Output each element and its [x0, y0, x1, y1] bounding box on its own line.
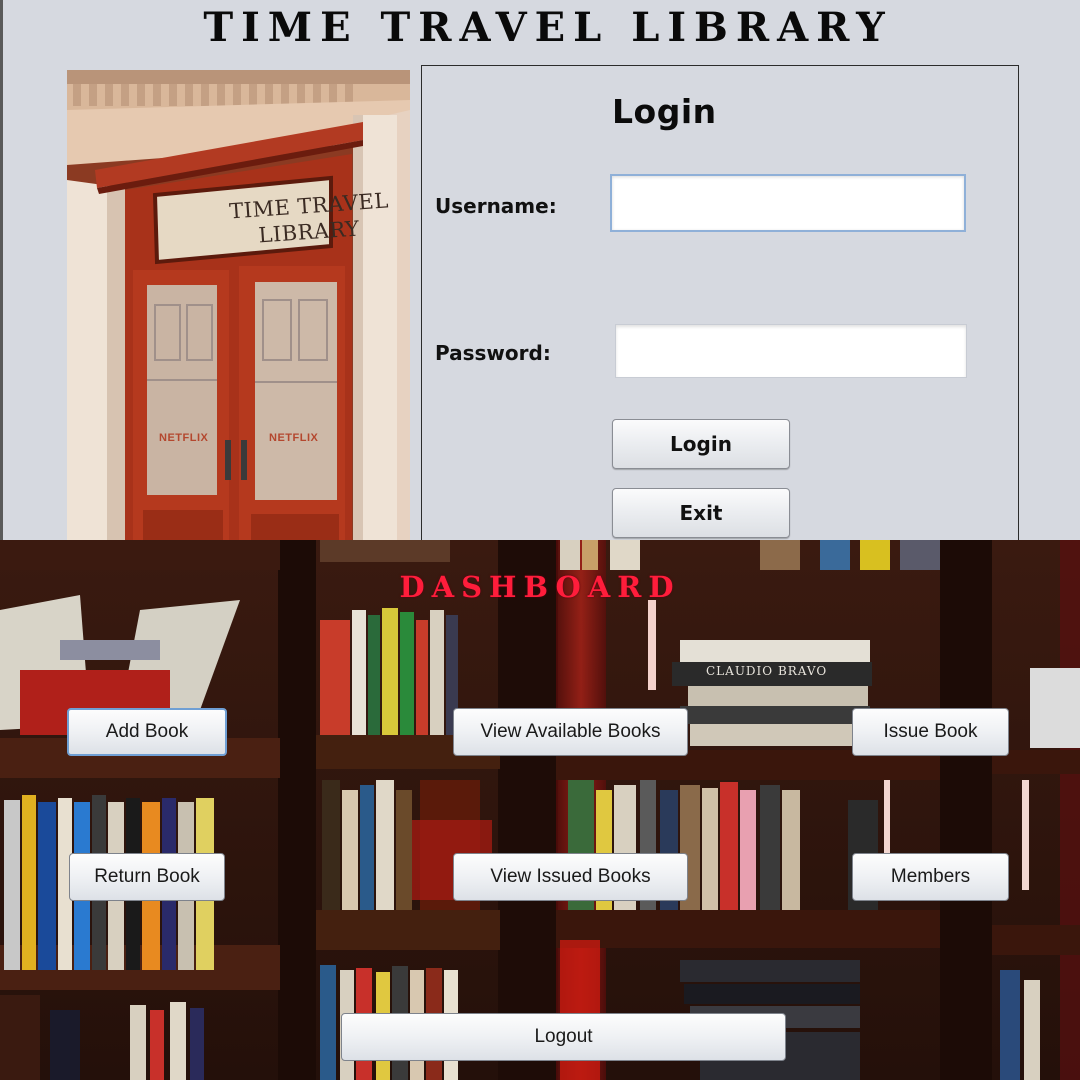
login-window: TIME TRAVEL LIBRARY TIME TRAVEL LIBRARY …	[0, 0, 1080, 540]
add-book-button[interactable]: Add Book	[67, 708, 227, 756]
members-button[interactable]: Members	[852, 853, 1009, 901]
door-lettering-right: NETFLIX	[269, 432, 319, 444]
logout-button[interactable]: Logout	[341, 1013, 786, 1061]
library-entrance-photo: TIME TRAVEL LIBRARY NETFLIX NETFLIX	[67, 70, 410, 540]
password-input[interactable]	[615, 324, 967, 378]
issue-book-button[interactable]: Issue Book	[852, 708, 1009, 756]
exit-button[interactable]: Exit	[612, 488, 790, 538]
bookshelf-background-image	[0, 540, 1080, 1080]
view-available-books-button[interactable]: View Available Books	[453, 708, 688, 756]
app-title: TIME TRAVEL LIBRARY	[203, 4, 893, 51]
return-book-button[interactable]: Return Book	[69, 853, 225, 901]
login-heading: Login	[612, 92, 717, 131]
login-panel: Login Username: Password: Login Exit	[421, 65, 1019, 540]
dashboard-title: DASHBOARD	[399, 570, 681, 604]
door-lettering-left: NETFLIX	[159, 432, 209, 444]
password-label: Password:	[435, 341, 551, 365]
username-input[interactable]	[610, 174, 966, 232]
view-issued-books-button[interactable]: View Issued Books	[453, 853, 688, 901]
login-button[interactable]: Login	[612, 419, 790, 469]
username-label: Username:	[435, 194, 557, 218]
dashboard-window: CLAUDIO BRAVO DASHBOARD Add Book View Av…	[0, 540, 1080, 1080]
book-spine-text: CLAUDIO BRAVO	[706, 664, 828, 678]
